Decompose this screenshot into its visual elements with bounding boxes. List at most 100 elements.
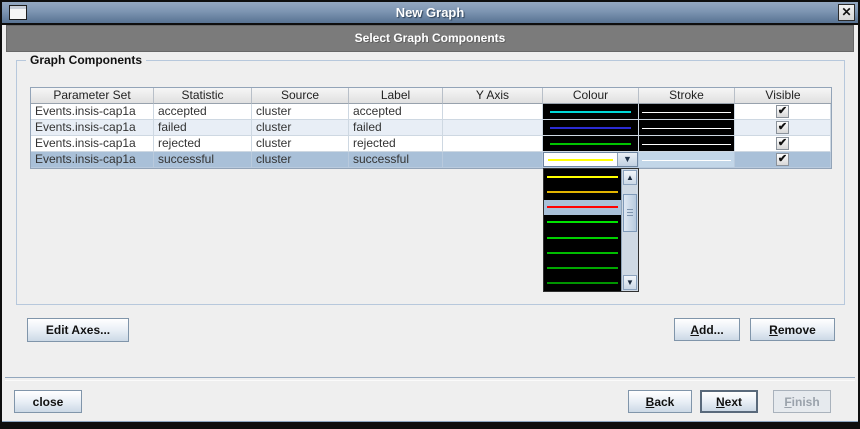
column-header-source[interactable]: Source (252, 88, 349, 104)
dropdown-scrollbar[interactable]: ▲ ▼ (621, 169, 638, 291)
cell-stroke[interactable] (639, 104, 735, 120)
cell-y-axis[interactable] (443, 120, 543, 136)
colour-option[interactable] (544, 215, 621, 230)
cell-source[interactable]: cluster (252, 152, 349, 168)
cell-source[interactable]: cluster (252, 120, 349, 136)
check-icon: ✔ (777, 121, 788, 133)
window-icon[interactable] (9, 5, 27, 20)
frame-bottom-edge (2, 422, 858, 427)
check-icon: ✔ (777, 105, 788, 117)
close-icon: ✕ (841, 5, 852, 19)
colour-swatch-line (550, 110, 631, 113)
cell-stroke[interactable] (639, 136, 735, 152)
column-header-y-axis[interactable]: Y Axis (443, 88, 543, 104)
colour-option[interactable] (544, 184, 621, 199)
cell-statistic[interactable]: successful (154, 152, 252, 168)
cell-stroke[interactable] (639, 152, 735, 168)
cell-label[interactable]: accepted (349, 104, 443, 120)
cell-y-axis[interactable] (443, 104, 543, 120)
column-header-colour[interactable]: Colour (543, 88, 639, 104)
visible-checkbox[interactable]: ✔ (776, 105, 789, 118)
colour-option-list (544, 169, 621, 291)
cell-visible: ✔ (735, 136, 831, 152)
colour-option-line (547, 251, 618, 254)
colour-combobox[interactable]: ▼ (543, 152, 638, 167)
column-header-label[interactable]: Label (349, 88, 443, 104)
cell-parameter-set[interactable]: Events.insis-cap1a (31, 152, 154, 168)
group-title: Graph Components (26, 53, 147, 67)
new-graph-dialog: New Graph ✕ Select Graph Components Grap… (0, 0, 860, 429)
cell-colour[interactable] (543, 104, 639, 120)
colour-option[interactable] (544, 245, 621, 260)
cell-source[interactable]: cluster (252, 104, 349, 120)
close-window-button[interactable]: ✕ (838, 4, 855, 21)
visible-checkbox[interactable]: ✔ (776, 137, 789, 150)
cell-statistic[interactable]: accepted (154, 104, 252, 120)
colour-option-line (547, 267, 618, 270)
cell-y-axis[interactable] (443, 136, 543, 152)
scroll-down-icon: ▼ (626, 278, 634, 287)
stroke-swatch-line (642, 127, 731, 129)
cell-parameter-set[interactable]: Events.insis-cap1a (31, 120, 154, 136)
table-header-row: Parameter Set Statistic Source Label Y A… (31, 88, 831, 104)
remove-button[interactable]: Remove (750, 318, 835, 341)
colour-option[interactable] (544, 261, 621, 276)
table-row[interactable]: Events.insis-cap1a rejected cluster reje… (31, 136, 831, 152)
cell-statistic[interactable]: rejected (154, 136, 252, 152)
title-bar[interactable]: New Graph ✕ (2, 2, 858, 25)
chevron-down-icon: ▼ (623, 154, 632, 164)
edit-axes-button[interactable]: Edit Axes... (27, 318, 129, 342)
cell-stroke[interactable] (639, 120, 735, 136)
cell-label[interactable]: successful (349, 152, 443, 168)
cell-parameter-set[interactable]: Events.insis-cap1a (31, 104, 154, 120)
colour-option[interactable] (544, 230, 621, 245)
check-icon: ✔ (777, 153, 788, 165)
stroke-swatch-line (642, 111, 731, 113)
add-button[interactable]: Add... (674, 318, 740, 341)
cell-parameter-set[interactable]: Events.insis-cap1a (31, 136, 154, 152)
visible-checkbox[interactable]: ✔ (776, 121, 789, 134)
next-button[interactable]: Next (700, 390, 758, 413)
colour-swatch-line (550, 126, 631, 129)
table-row[interactable]: Events.insis-cap1a accepted cluster acce… (31, 104, 831, 120)
scrollbar-thumb[interactable] (623, 194, 637, 232)
colour-option-line (547, 206, 618, 209)
column-header-statistic[interactable]: Statistic (154, 88, 252, 104)
colour-option-line (547, 190, 618, 193)
colour-dropdown-popup: ▲ ▼ (543, 168, 639, 292)
scroll-up-button[interactable]: ▲ (623, 170, 637, 185)
colour-option-line (547, 221, 618, 224)
cell-label[interactable]: rejected (349, 136, 443, 152)
colour-combobox-value[interactable] (544, 153, 617, 166)
colour-option-line (547, 282, 618, 285)
combobox-dropdown-button[interactable]: ▼ (617, 153, 637, 166)
column-header-stroke[interactable]: Stroke (639, 88, 735, 104)
cell-label[interactable]: failed (349, 120, 443, 136)
colour-option[interactable] (544, 169, 621, 184)
colour-option-line (547, 236, 618, 239)
bottom-separator (5, 377, 855, 381)
column-header-visible[interactable]: Visible (735, 88, 831, 104)
finish-button: Finish (773, 390, 831, 413)
scroll-down-button[interactable]: ▼ (623, 275, 637, 290)
cell-visible: ✔ (735, 152, 831, 168)
cell-y-axis[interactable] (443, 152, 543, 168)
cell-visible: ✔ (735, 104, 831, 120)
colour-option[interactable] (544, 276, 621, 291)
scroll-up-icon: ▲ (626, 173, 634, 182)
table-row[interactable]: Events.insis-cap1a failed cluster failed… (31, 120, 831, 136)
column-header-parameter-set[interactable]: Parameter Set (31, 88, 154, 104)
cell-visible: ✔ (735, 120, 831, 136)
back-button[interactable]: Back (628, 390, 692, 413)
cell-statistic[interactable]: failed (154, 120, 252, 136)
table-row-selected[interactable]: Events.insis-cap1a successful cluster su… (31, 152, 831, 168)
cell-source[interactable]: cluster (252, 136, 349, 152)
cell-colour[interactable] (543, 120, 639, 136)
close-button[interactable]: close (14, 390, 82, 413)
colour-option-selected[interactable] (544, 199, 621, 215)
cell-colour[interactable] (543, 136, 639, 152)
cell-colour-editor[interactable]: ▼ (543, 152, 639, 168)
visible-checkbox[interactable]: ✔ (776, 153, 789, 166)
stroke-swatch-line (642, 143, 731, 145)
components-table: Parameter Set Statistic Source Label Y A… (30, 87, 832, 169)
